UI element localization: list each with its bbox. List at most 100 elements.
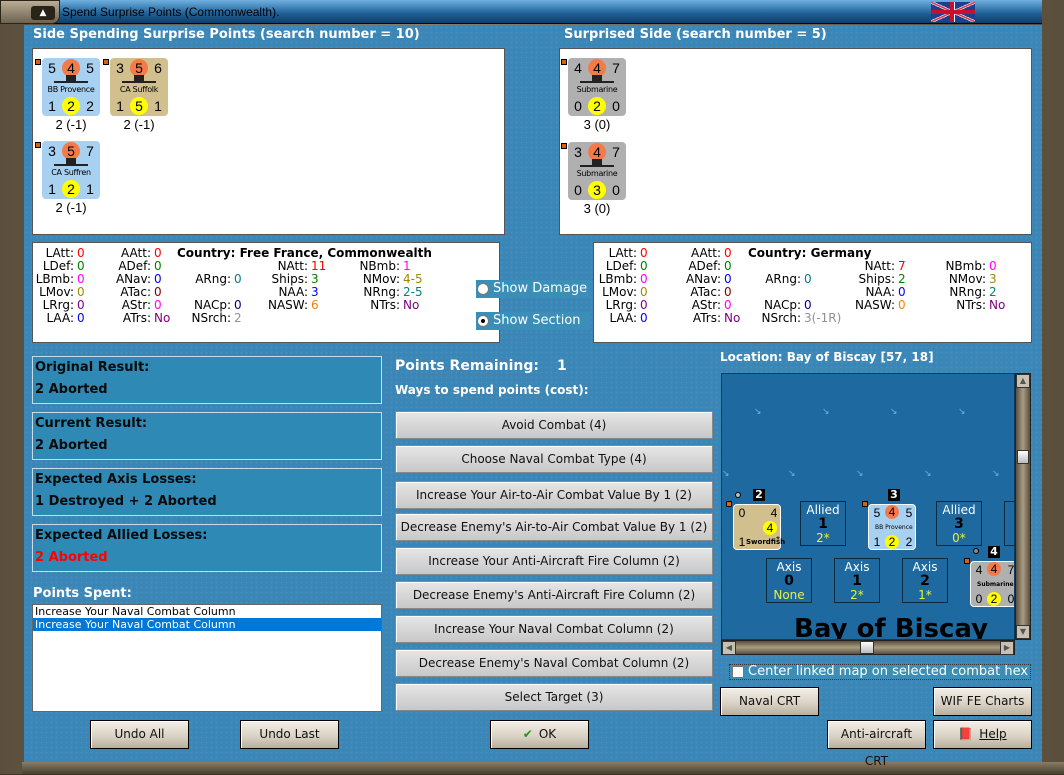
collapse-icon: ▲	[31, 6, 55, 20]
counter-value: 0	[612, 182, 620, 198]
stat-value: No	[403, 298, 420, 312]
show-section-radio[interactable]: Show Section	[476, 312, 590, 330]
stat-value: 0	[804, 272, 812, 286]
stat-value: 0	[77, 285, 85, 299]
vertical-scroll-thumb[interactable]	[1017, 450, 1029, 464]
counter-value: 5	[48, 60, 56, 76]
stat-value: 6	[311, 298, 319, 312]
box-value: 0*	[952, 531, 966, 545]
scroll-left-icon[interactable]: ◀	[722, 641, 736, 655]
uk-flag-stripe	[950, 2, 954, 22]
stat-value: 2-5	[403, 285, 423, 299]
counter-value: 0	[1007, 592, 1015, 606]
spend-option-button[interactable]: Increase Your Naval Combat Column (2)	[395, 615, 713, 643]
box-side: Axis	[844, 560, 870, 574]
map-horizontal-scrollbar[interactable]: ◀ ▶	[721, 640, 1015, 655]
spend-option-button[interactable]: Decrease Enemy's Air-to-Air Combat Value…	[395, 513, 713, 541]
counter-value: 4	[574, 60, 582, 76]
system-menu-button[interactable]: ▲	[0, 0, 60, 24]
spend-option-button[interactable]: Choose Naval Combat Type (4)	[395, 445, 713, 473]
spend-option-button[interactable]: Increase Your Air-to-Air Combat Value By…	[395, 481, 713, 509]
unit-counter[interactable]: 3 5 6 1 5 1 CA Suffolk	[110, 58, 168, 116]
axis-box[interactable]: Axis 2 1*	[902, 558, 948, 603]
horizontal-scroll-thumb[interactable]	[860, 641, 874, 654]
scroll-up-icon[interactable]: ▲	[1016, 374, 1030, 388]
stat-value: 2	[989, 285, 997, 299]
stat-value: 11	[311, 259, 327, 273]
stat-atrs: ATrs: No	[693, 312, 740, 325]
wind-arrow-icon: ↘	[958, 407, 966, 417]
points-spent-list[interactable]: Increase Your Naval Combat Column Increa…	[32, 604, 382, 712]
spend-option-button[interactable]: Increase Your Anti-Aircraft Fire Column …	[395, 547, 713, 575]
stat-ntrs: NTrs: No	[370, 298, 420, 312]
stat-value: 0	[234, 298, 242, 312]
status-dot	[35, 142, 41, 148]
undo-last-button[interactable]: Undo Last	[240, 720, 339, 749]
show-damage-radio[interactable]: Show Damage	[476, 280, 590, 298]
counter-value: 7	[86, 143, 94, 159]
scroll-down-icon[interactable]: ▼	[1016, 625, 1030, 639]
undo-all-button[interactable]: Undo All	[90, 720, 189, 749]
axis-box[interactable]: Axis 0 None	[766, 558, 812, 603]
current-result-label: Current Result:	[35, 416, 148, 431]
counter-circle-value: 4	[885, 505, 899, 519]
box-value: 2*	[850, 588, 864, 602]
naval-crt-button[interactable]: Naval CRT	[720, 687, 819, 716]
unit-counter[interactable]: 3 4 7 0 3 0 Submarine	[568, 142, 626, 200]
stat-value: 2	[234, 311, 242, 325]
unit-name: CA Suffolk	[119, 85, 159, 94]
stat-value: No	[154, 311, 171, 325]
help-book-icon: 📕	[958, 727, 974, 741]
wind-arrow-icon: ↘	[722, 469, 730, 479]
counter-name: Submarine	[977, 581, 1014, 588]
counter-value: 5	[86, 60, 94, 76]
list-item-selected[interactable]: Increase Your Naval Combat Column	[33, 618, 381, 631]
counter-value: 2	[588, 97, 606, 115]
allied-box[interactable]: Allied 3 0*	[936, 501, 982, 546]
wind-arrow-icon: ↘	[822, 407, 830, 417]
ship-silhouette-icon	[54, 158, 88, 166]
box-side: Allied	[942, 503, 976, 517]
surprised-country: Country: Germany	[748, 246, 872, 260]
scroll-right-icon[interactable]: ▶	[1000, 641, 1014, 655]
swordfish-counter[interactable]: 0 4 4 1 Swordfish *	[733, 504, 785, 550]
wind-arrow-icon: ↘	[856, 469, 864, 479]
unit-counter[interactable]: 3 5 7 1 2 1 CA Suffren	[42, 141, 100, 199]
map-vertical-scrollbar[interactable]: ▲ ▼	[1015, 373, 1031, 640]
ways-to-spend-label: Ways to spend points (cost):	[395, 383, 589, 397]
unit-counter[interactable]: 5 4 5 1 2 2 BB Provence	[42, 58, 100, 116]
box-number: 1	[818, 516, 828, 532]
original-result-value: 2 Aborted	[35, 382, 108, 397]
allied-losses-value: 2 Aborted	[35, 550, 108, 565]
stat-value: 0	[154, 246, 162, 260]
stack-badge: 3	[888, 489, 900, 501]
spend-option-button[interactable]: Avoid Combat (4)	[395, 411, 713, 439]
box-value: 2*	[816, 531, 830, 545]
axis-box[interactable]: Axis 1 2*	[834, 558, 880, 603]
unit-counter[interactable]: 4 4 7 0 2 0 Submarine	[568, 58, 626, 116]
submarine-counter[interactable]: 4 4 7 Submarine 0 2 0	[970, 561, 1015, 607]
spending-side-heading: Side Spending Surprise Points (search nu…	[33, 27, 420, 42]
center-map-checkbox[interactable]: Center linked map on selected combat hex	[729, 664, 1031, 680]
allied-box-partial[interactable]	[1004, 501, 1014, 546]
provence-counter[interactable]: 5 4 5 BB Provence 1 2 2	[868, 504, 916, 550]
spend-option-button[interactable]: Decrease Enemy's Anti-Aircraft Fire Colu…	[395, 581, 713, 609]
counter-value: 1	[154, 98, 162, 114]
anti-aircraft-crt-button[interactable]: Anti-aircraft CRT	[827, 720, 926, 768]
stat-value: 0	[154, 285, 162, 299]
wif-fe-charts-button[interactable]: WIF FE Charts	[933, 687, 1032, 716]
help-button[interactable]: 📕 Help	[933, 720, 1032, 749]
stat-value: 0	[154, 298, 162, 312]
box-number: 0	[784, 573, 794, 589]
counter-name: BB Provence	[875, 524, 913, 531]
unit-footer: 2 (-1)	[123, 117, 155, 132]
stat-value: 0	[77, 246, 85, 260]
spend-option-button[interactable]: Select Target (3)	[395, 683, 713, 711]
wind-arrow-icon: ↘	[992, 469, 1000, 479]
spend-option-button[interactable]: Decrease Enemy's Naval Combat Column (2)	[395, 649, 713, 677]
ok-button[interactable]: ✔ OK	[490, 720, 589, 749]
combat-map[interactable]: ↘↘↘↘↘↘↘↘↘↘ 2 0 4 4 1 Swordfish * Allied1…	[721, 373, 1015, 640]
list-item[interactable]: Increase Your Naval Combat Column	[33, 605, 381, 618]
stat-value: 0	[898, 285, 906, 299]
allied-box[interactable]: Allied 1 2*	[800, 501, 846, 546]
